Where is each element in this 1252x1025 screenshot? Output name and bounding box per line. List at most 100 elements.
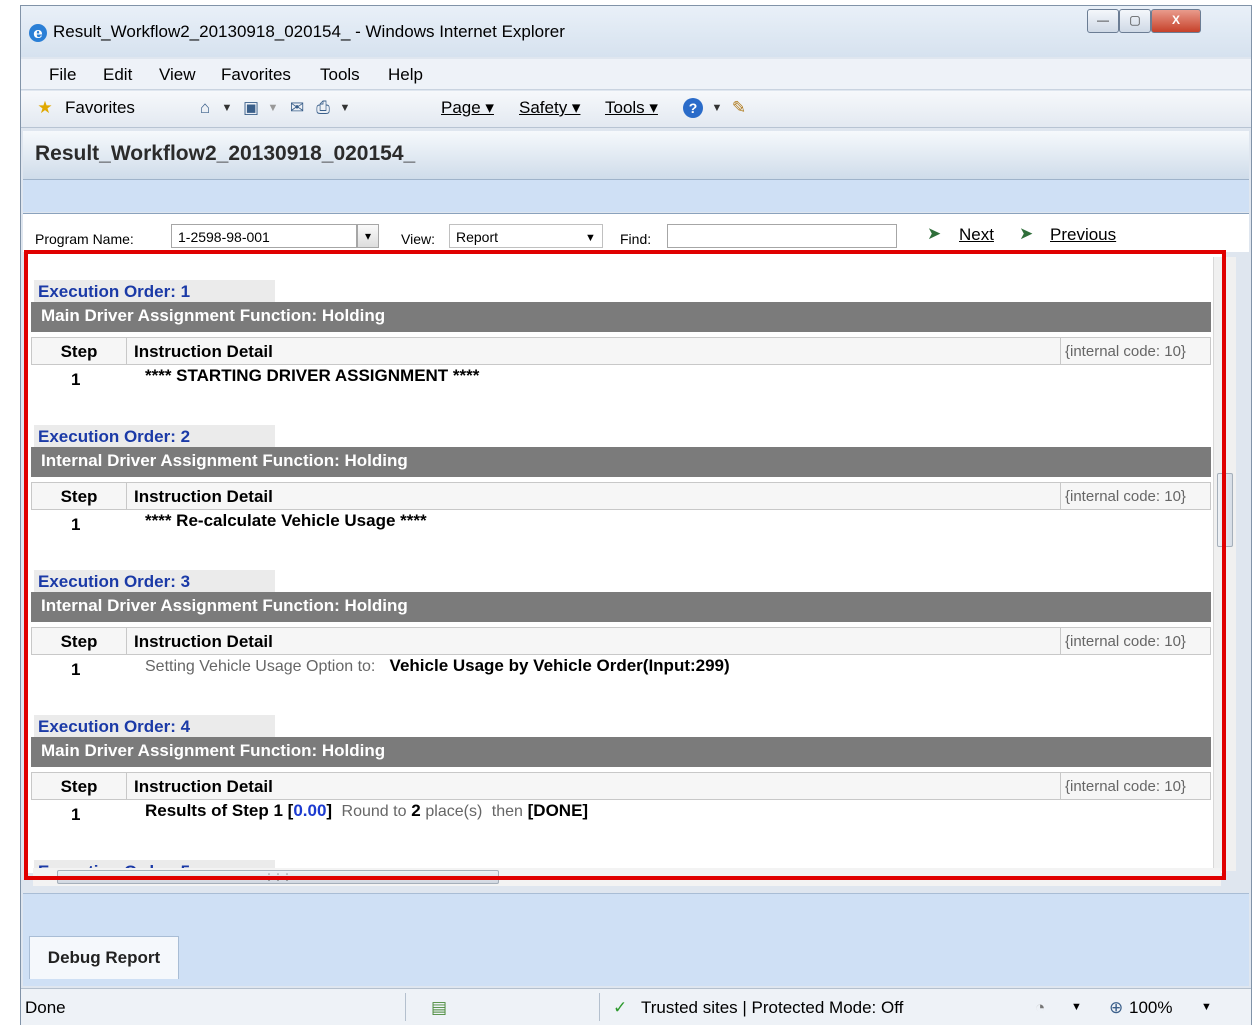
instruction-text: **** STARTING DRIVER ASSIGNMENT **** — [145, 366, 480, 385]
chevron-down-icon[interactable]: ▼ — [217, 98, 237, 118]
browser-window: e Result_Workflow2_20130918_020154_ - Wi… — [20, 5, 1252, 1025]
report-content: Execution Order: 1 Main Driver Assignmen… — [25, 253, 1225, 873]
view-select[interactable]: Report — [449, 224, 603, 248]
table-header-row: Step Instruction Detail {internal code: … — [31, 482, 1211, 510]
maximize-button[interactable]: ▢ — [1119, 9, 1151, 33]
execution-order-label: Execution Order: 3 — [34, 570, 275, 593]
function-header: Internal Driver Assignment Function: Hol… — [31, 592, 1211, 622]
done-text: [DONE] — [527, 801, 589, 820]
find-label: Find: — [620, 231, 652, 247]
menu-help[interactable]: Help — [388, 65, 423, 85]
status-text: Done — [25, 998, 66, 1017]
function-header: Internal Driver Assignment Function: Hol… — [31, 447, 1211, 477]
tab-debug-report[interactable]: Debug Report — [29, 936, 179, 979]
menu-view[interactable]: View — [159, 65, 196, 85]
view-label: View: — [401, 231, 435, 247]
horizontal-scrollbar[interactable]: ⋮⋮⋮ — [33, 868, 1221, 886]
close-button[interactable]: X — [1151, 9, 1201, 33]
feeds-icon[interactable]: ▣ — [241, 98, 261, 118]
zoom-level[interactable]: 100% — [1129, 998, 1172, 1018]
table-header-row: Step Instruction Detail {internal code: … — [31, 627, 1211, 655]
result-value: 0.00 — [293, 801, 327, 820]
status-divider — [405, 993, 406, 1021]
minimize-button[interactable]: — — [1087, 9, 1119, 33]
print-icon[interactable]: ⎙ — [313, 98, 333, 118]
chevron-down-icon[interactable]: ▾ — [357, 224, 379, 248]
program-name-select[interactable]: 1-2598-98-001 — [171, 224, 357, 248]
window-title: Result_Workflow2_20130918_020154_ - Wind… — [53, 22, 565, 41]
instruction-detail: **** Re-calculate Vehicle Usage **** — [145, 511, 427, 531]
chevron-down-icon[interactable]: ▼ — [707, 98, 727, 118]
home-icon[interactable]: ⌂ — [195, 98, 215, 118]
instruction-detail: Setting Vehicle Usage Option to: Vehicle… — [145, 656, 730, 676]
security-zone-text[interactable]: Trusted sites | Protected Mode: Off — [641, 998, 903, 1018]
previous-link[interactable]: Previous — [1050, 225, 1116, 245]
header-band — [23, 180, 1249, 212]
instruction-column-header: Instruction Detail — [134, 342, 273, 361]
mail-icon[interactable]: ✉ — [287, 98, 307, 118]
menu-bar: File Edit View Favorites Tools Help — [21, 59, 1251, 90]
function-header: Main Driver Assignment Function: Holding — [31, 737, 1211, 767]
instruction-column-header: Instruction Detail — [134, 777, 273, 796]
instruction-column-header: Instruction Detail — [134, 487, 273, 506]
instruction-column-header: Instruction Detail — [134, 632, 273, 651]
instruction-detail: **** STARTING DRIVER ASSIGNMENT **** — [145, 366, 479, 386]
report-tab-strip: Debug Report — [23, 893, 1249, 986]
execution-order-label: Execution Order: 2 — [34, 425, 275, 448]
internet-explorer-logo-icon: e — [29, 24, 47, 42]
research-icon[interactable]: ✎ — [729, 98, 749, 118]
page-title: Result_Workflow2_20130918_020154_ — [35, 142, 416, 165]
instruction-text: **** Re-calculate Vehicle Usage **** — [145, 511, 427, 530]
page-header: Result_Workflow2_20130918_020154_ — [23, 131, 1249, 180]
protected-mode-icon[interactable]: ◔ — [1035, 998, 1045, 1018]
report-navigation-bar: Program Name: 1-2598-98-001 ▾ View: Repo… — [23, 213, 1249, 252]
safety-menu-button[interactable]: Safety ▾ — [519, 98, 580, 118]
chevron-down-icon[interactable]: ▼ — [1071, 1001, 1082, 1013]
status-bar: Done ▤ ✓ Trusted sites | Protected Mode:… — [21, 988, 1251, 1025]
favorites-button[interactable]: Favorites — [65, 98, 135, 118]
find-input[interactable] — [667, 224, 897, 248]
table-header-row: Step Instruction Detail {internal code: … — [31, 772, 1211, 800]
result-text: Results of Step 1 [ — [145, 801, 294, 820]
script-debug-icon[interactable]: ▤ — [431, 998, 447, 1018]
instruction-prefix: Setting Vehicle Usage Option to: — [145, 658, 376, 675]
command-bar: ★ Favorites ⌂ ▼ ▣ ▼ ✉ ⎙ ▼ Page ▾ Safety … — [21, 91, 1251, 128]
vertical-scroll-thumb[interactable] — [1217, 473, 1233, 547]
menu-file[interactable]: File — [49, 65, 76, 85]
menu-favorites[interactable]: Favorites — [221, 65, 291, 85]
execution-order-label: Execution Order: 4 — [34, 715, 275, 738]
zoom-icon[interactable]: ⊕ — [1109, 998, 1123, 1018]
internal-code-header: {internal code: 10} — [1060, 483, 1210, 509]
internal-code-header: {internal code: 10} — [1060, 628, 1210, 654]
title-bar: e Result_Workflow2_20130918_020154_ - Wi… — [21, 6, 1251, 57]
horizontal-scroll-thumb[interactable]: ⋮⋮⋮ — [57, 870, 499, 884]
checkmark-icon: ✓ — [613, 998, 628, 1017]
step-column-header: Step — [32, 483, 127, 509]
step-column-header: Step — [32, 773, 127, 799]
status-divider — [599, 993, 600, 1021]
program-name-label: Program Name: — [35, 231, 134, 247]
internal-code-header: {internal code: 10} — [1060, 338, 1210, 364]
internal-code-header: {internal code: 10} — [1060, 773, 1210, 799]
next-link[interactable]: Next — [959, 225, 994, 245]
menu-tools[interactable]: Tools — [320, 65, 360, 85]
step-column-header: Step — [32, 338, 127, 364]
instruction-detail: Results of Step 1 [0.00] Round to 2 plac… — [145, 801, 588, 821]
round-places-value: 2 — [411, 801, 421, 820]
instruction-value: Vehicle Usage by Vehicle Order(Input:299… — [389, 656, 730, 675]
step-column-header: Step — [32, 628, 127, 654]
then-text: then — [491, 803, 523, 820]
page-menu-button[interactable]: Page ▾ — [441, 98, 494, 118]
tools-menu-button[interactable]: Tools ▾ — [605, 98, 658, 118]
round-text: Round to — [341, 803, 407, 820]
vertical-scrollbar[interactable] — [1213, 257, 1236, 871]
help-icon[interactable]: ? — [683, 98, 703, 118]
chevron-down-icon[interactable]: ▼ — [585, 232, 596, 244]
chevron-down-icon[interactable]: ▼ — [1201, 1001, 1212, 1013]
chevron-down-icon[interactable]: ▼ — [263, 98, 283, 118]
previous-arrow-icon[interactable]: ➤ — [1019, 224, 1033, 244]
chevron-down-icon[interactable]: ▼ — [335, 98, 355, 118]
next-arrow-icon[interactable]: ➤ — [927, 224, 941, 244]
menu-edit[interactable]: Edit — [103, 65, 132, 85]
favorites-star-icon: ★ — [37, 98, 53, 117]
